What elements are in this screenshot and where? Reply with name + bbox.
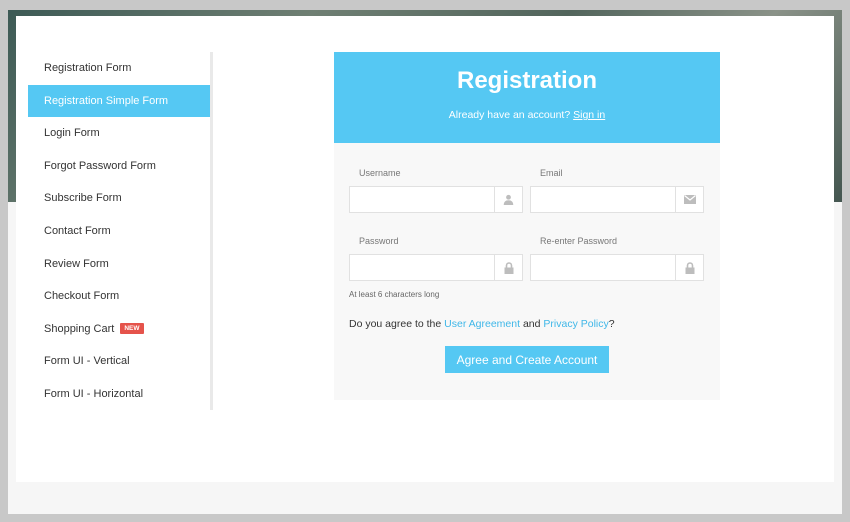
username-field-box — [349, 186, 523, 213]
sidebar-item-review-form[interactable]: Review Form — [28, 248, 210, 281]
username-label: Username — [359, 168, 401, 178]
sidebar: Registration Form Registration Simple Fo… — [28, 52, 213, 410]
envelope-icon — [675, 187, 703, 212]
agree-prefix: Do you agree to the — [349, 318, 442, 330]
signin-link[interactable]: Sign in — [573, 109, 605, 121]
sidebar-item-registration-form[interactable]: Registration Form — [28, 52, 210, 85]
user-agreement-link[interactable]: User Agreement — [444, 318, 520, 330]
signin-prompt: Already have an account? Sign in — [334, 109, 720, 121]
username-input[interactable] — [350, 187, 494, 212]
signin-prompt-text: Already have an account? — [448, 109, 571, 121]
sidebar-item-login-form[interactable]: Login Form — [28, 117, 210, 150]
email-field-box — [530, 186, 704, 213]
sidebar-item-subscribe-form[interactable]: Subscribe Form — [28, 182, 210, 215]
agree-and: and — [522, 318, 541, 330]
registration-panel: Registration Already have an account? Si… — [334, 52, 720, 400]
reenter-password-input[interactable] — [531, 255, 675, 280]
lock-icon — [494, 255, 522, 280]
agree-suffix: ? — [608, 318, 615, 330]
sidebar-item-contact-form[interactable]: Contact Form — [28, 215, 210, 248]
create-account-button[interactable]: Agree and Create Account — [445, 346, 609, 373]
page-title: Registration — [456, 67, 597, 94]
password-input[interactable] — [350, 255, 494, 280]
email-label: Email — [540, 168, 563, 178]
reenter-password-label: Re-enter Password — [540, 236, 618, 246]
sidebar-item-form-ui-horizontal[interactable]: Form UI - Horizontal — [28, 378, 210, 411]
lock-icon — [675, 255, 703, 280]
password-hint: At least 6 characters long — [349, 290, 440, 299]
privacy-policy-link[interactable]: Privacy Policy — [543, 318, 608, 330]
email-input[interactable] — [531, 187, 675, 212]
sidebar-item-label: Shopping Cart — [44, 322, 115, 335]
registration-header: Registration Already have an account? Si… — [334, 52, 720, 143]
sidebar-item-shopping-cart[interactable]: Shopping Cart NEW — [28, 313, 210, 346]
reenter-password-field-box — [530, 254, 704, 281]
sidebar-item-registration-simple-form[interactable]: Registration Simple Form — [28, 84, 210, 118]
sidebar-item-forgot-password-form[interactable]: Forgot Password Form — [28, 150, 210, 183]
user-icon — [494, 187, 522, 212]
agreement-text: Do you agree to the User Agreement and P… — [349, 318, 615, 330]
sidebar-item-checkout-form[interactable]: Checkout Form — [28, 280, 210, 313]
password-label: Password — [359, 236, 399, 246]
sidebar-item-form-ui-vertical[interactable]: Form UI - Vertical — [28, 345, 210, 378]
new-badge: NEW — [120, 323, 144, 335]
password-field-box — [349, 254, 523, 281]
